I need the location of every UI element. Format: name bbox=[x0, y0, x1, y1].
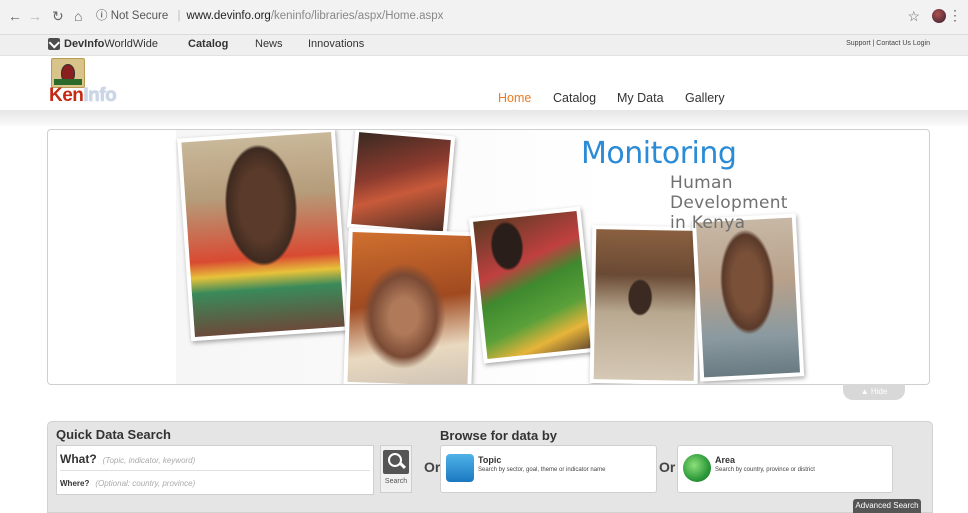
extension-icon[interactable] bbox=[932, 9, 946, 23]
topic-icon bbox=[446, 454, 474, 482]
menu-kebab-icon[interactable]: ⋮ bbox=[948, 7, 962, 24]
home-icon[interactable]: ⌂ bbox=[74, 8, 82, 24]
browser-toolbar: ← → ↻ ⌂ ⓘ Not Secure | www.devinfo.org/ke… bbox=[0, 0, 968, 35]
utility-links[interactable]: Support | Contact Us Login bbox=[846, 40, 930, 47]
url-host: www.devinfo.org bbox=[186, 10, 271, 22]
url-path: /keninfo/libraries/aspx/Home.aspx bbox=[270, 10, 444, 22]
forward-icon[interactable]: → bbox=[28, 8, 42, 24]
nav-my-data[interactable]: My Data bbox=[617, 91, 664, 105]
globe-icon bbox=[683, 454, 711, 482]
topic-description: Search by sector, goal, theme or indicat… bbox=[478, 467, 606, 473]
search-icon bbox=[383, 450, 409, 474]
hide-label: Hide bbox=[870, 387, 888, 396]
or-separator-1: Or bbox=[424, 459, 441, 475]
browse-heading: Browse for data by bbox=[440, 428, 558, 443]
photo-smiling-boy bbox=[691, 213, 805, 382]
keninfo-logo[interactable]: KenInfo bbox=[49, 85, 117, 107]
reload-icon[interactable]: ↻ bbox=[52, 8, 64, 25]
banner-subtitle: Human Development in Kenya bbox=[670, 173, 788, 233]
bookmark-star-icon[interactable]: ☆ bbox=[907, 8, 920, 25]
where-placeholder: (Optional: country, province) bbox=[95, 479, 196, 488]
devinfo-top-bar: DevInfoWorldWide Catalog News Innovation… bbox=[0, 35, 968, 56]
photo-collage: Monitoring Human Development in Kenya bbox=[176, 130, 805, 384]
advanced-search-button[interactable]: Advanced Search bbox=[853, 499, 921, 513]
devinfo-logo-icon bbox=[48, 38, 60, 50]
where-label: Where? bbox=[60, 479, 90, 488]
devinfo-menu-catalog[interactable]: Catalog bbox=[188, 38, 228, 50]
site-header: KenInfo Home Catalog My Data Gallery bbox=[0, 56, 968, 116]
topic-title: Topic bbox=[478, 455, 502, 465]
search-button[interactable]: Search bbox=[380, 445, 412, 493]
area-description: Search by country, province or district bbox=[715, 467, 815, 473]
security-label: Not Secure bbox=[110, 10, 169, 22]
photo-woman-beads bbox=[177, 130, 349, 342]
browse-by-topic-button[interactable]: Topic Search by sector, goal, theme or i… bbox=[440, 445, 657, 493]
hero-banner: Monitoring Human Development in Kenya bbox=[47, 129, 930, 385]
browse-by-area-button[interactable]: Area Search by country, province or dist… bbox=[677, 445, 893, 493]
quick-search-box: What? (Topic, indicator, keyword) Where? (… bbox=[56, 445, 374, 495]
area-title: Area bbox=[715, 455, 736, 465]
what-placeholder: (Topic, indicator, keyword) bbox=[102, 456, 196, 465]
quick-search-heading: Quick Data Search bbox=[56, 427, 171, 442]
where-input[interactable]: Where? (Optional: country, province) bbox=[60, 473, 370, 491]
hide-banner-button[interactable]: ▲ Hide bbox=[843, 384, 905, 400]
what-input[interactable]: What? (Topic, indicator, keyword) bbox=[60, 450, 370, 471]
back-icon[interactable]: ← bbox=[8, 8, 22, 24]
kenya-coat-of-arms-logo bbox=[51, 58, 85, 88]
photo-child-vegetables bbox=[468, 206, 596, 364]
banner-title: Monitoring bbox=[581, 136, 737, 171]
photo-schoolchildren bbox=[589, 225, 701, 384]
nav-home[interactable]: Home bbox=[498, 91, 531, 105]
collapse-arrow-icon: ▲ bbox=[860, 387, 869, 396]
what-label: What? bbox=[60, 452, 97, 466]
devinfo-logo-text: DevInfoWorldWide bbox=[64, 38, 158, 50]
nav-catalog[interactable]: Catalog bbox=[553, 91, 596, 105]
header-divider-band bbox=[0, 110, 968, 126]
info-icon[interactable]: ⓘ bbox=[96, 10, 108, 22]
photo-baby bbox=[343, 227, 477, 384]
search-button-label: Search bbox=[384, 478, 408, 485]
devinfo-menu-news[interactable]: News bbox=[255, 38, 283, 50]
photo-children-classroom bbox=[346, 130, 456, 237]
or-separator-2: Or bbox=[659, 459, 676, 475]
devinfo-menu-innovations[interactable]: Innovations bbox=[308, 38, 364, 50]
devinfo-logo[interactable]: DevInfoWorldWide bbox=[48, 38, 158, 50]
nav-gallery[interactable]: Gallery bbox=[685, 91, 725, 105]
data-search-panel: Quick Data Search Browse for data by Wha… bbox=[47, 421, 933, 513]
address-divider: | bbox=[177, 10, 181, 22]
address-bar[interactable]: ⓘ Not Secure | www.devinfo.org/keninfo/li… bbox=[96, 5, 918, 27]
